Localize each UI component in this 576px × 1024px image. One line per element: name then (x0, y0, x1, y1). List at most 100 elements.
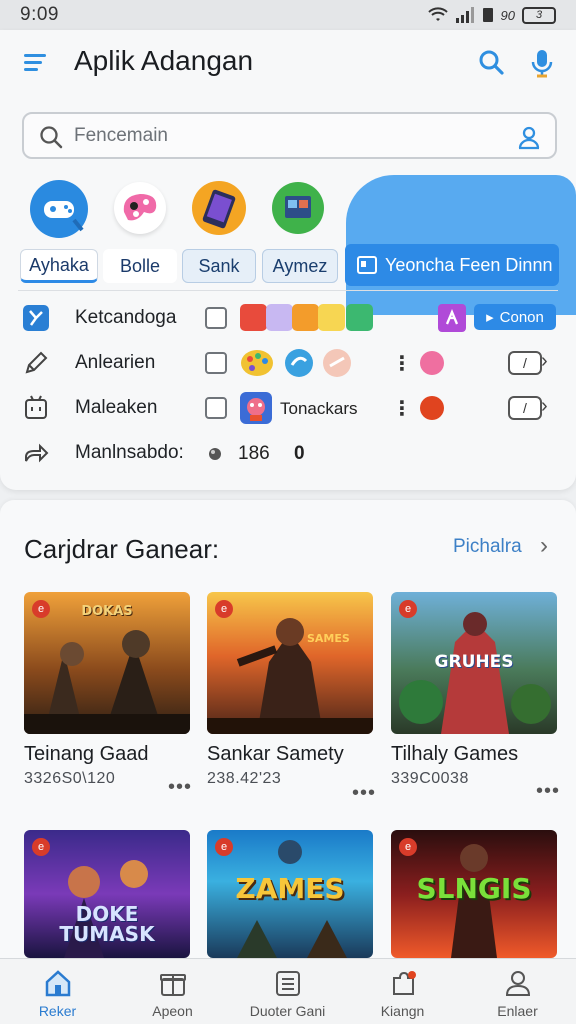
signal-icon (455, 7, 474, 23)
more-vertical-icon[interactable]: ⋮ (392, 396, 412, 421)
search-input[interactable] (74, 123, 494, 149)
nav-item-reker[interactable]: Reker (0, 959, 115, 1024)
option-checkbox[interactable] (205, 397, 227, 419)
status-extra: 90 (500, 7, 515, 23)
stamp-icon[interactable] (322, 348, 352, 378)
pencil-icon (25, 351, 48, 374)
category-sank-circle[interactable] (192, 181, 246, 235)
game-name[interactable]: Tilhaly Games (391, 743, 518, 766)
search-icon[interactable] (476, 47, 508, 79)
category-aymez-circle[interactable] (272, 182, 324, 234)
game-logo: ZAMES (235, 872, 345, 905)
more-options-icon[interactable]: ••• (536, 780, 560, 803)
color-swatch-lavender[interactable] (266, 304, 293, 331)
chip-ayhaka[interactable]: Ayhaka (20, 249, 98, 283)
nav-item-duoter-gani[interactable]: Duoter Gani (230, 959, 345, 1024)
game-name[interactable]: Sankar Samety (207, 743, 344, 766)
tools-icon (23, 305, 49, 331)
game-tile-2[interactable]: e SAMES (207, 592, 373, 734)
nav-item-enlaer[interactable]: Enlaer (460, 959, 575, 1024)
status-bar: 9:09 90 3 (0, 0, 576, 30)
palette-icon[interactable] (240, 348, 274, 378)
game-name[interactable]: Teinang Gaad (24, 743, 149, 766)
option-label: Maleaken (75, 397, 158, 418)
image-label: Tonackars (280, 399, 358, 418)
nav-label: Reker (38, 1003, 77, 1019)
conon-button-label: Conon (499, 308, 544, 326)
search-bar[interactable] (22, 112, 557, 159)
chevron-right-icon[interactable]: › (541, 395, 548, 418)
chip-bolle[interactable]: Bolle (103, 249, 177, 283)
share-icon (25, 443, 49, 463)
option-checkbox[interactable] (205, 352, 227, 374)
microphone-icon[interactable] (526, 47, 558, 79)
option-row-ketcandoga: Ketcandoga ▸ Conon (0, 298, 576, 338)
tile-badge: e (399, 838, 417, 856)
chip-aymez[interactable]: Aymez (262, 249, 338, 283)
game-logo: DOKAS (81, 604, 133, 619)
option-label: Manlnsabdo: (75, 442, 184, 463)
color-swatch-green[interactable] (346, 304, 373, 331)
game-logo: SAMES (307, 632, 350, 645)
game-meta: 238.42'23 (207, 770, 282, 787)
gift-icon (160, 974, 186, 996)
color-dot[interactable] (420, 396, 444, 420)
game-tile-1[interactable]: e DOKAS (24, 592, 190, 734)
status-time: 9:09 (20, 4, 59, 25)
color-swatch-yellow[interactable] (318, 304, 345, 331)
color-swatch-red[interactable] (240, 304, 267, 331)
more-vertical-icon[interactable]: ⋮ (392, 351, 412, 376)
status-icons: 90 3 (427, 6, 556, 24)
option-row-maleaken: Maleaken Tonackars ⋮ / › (0, 388, 576, 428)
chip-featured-label: Yeoncha Feen Dinnn (385, 254, 553, 275)
category-divider (18, 290, 558, 291)
game-tile-3[interactable]: e GRUHES (391, 592, 557, 734)
profile-icon[interactable] (515, 123, 543, 151)
top-bar: Aplik Adangan (0, 30, 576, 100)
game-meta: 339C0038 (391, 770, 469, 787)
more-options-icon[interactable]: ••• (352, 782, 376, 805)
nav-label: Kiangn (380, 1003, 425, 1019)
option-row-manlnsabdo: Manlnsabdo: 186 0 (0, 433, 576, 473)
chevron-right-icon[interactable]: › (541, 350, 548, 373)
category-ayhaka-circle[interactable] (30, 180, 88, 238)
chip-featured[interactable]: Yeoncha Feen Dinnn (345, 244, 559, 286)
search-field-icon (40, 126, 63, 149)
edit-toggle[interactable]: / (508, 396, 542, 420)
option-label: Anlearien (75, 352, 156, 373)
character-thumb-icon[interactable] (240, 392, 272, 424)
list-icon (276, 971, 300, 996)
tile-badge: e (399, 600, 417, 618)
conon-button[interactable]: ▸ Conon (474, 304, 556, 330)
bubble-icon[interactable] (284, 348, 314, 378)
color-dot[interactable] (420, 351, 444, 375)
color-swatch-orange[interactable] (292, 304, 319, 331)
more-options-icon[interactable]: ••• (168, 776, 192, 799)
chip-aymez-label: Aymez (272, 255, 328, 276)
nav-item-kiangn[interactable]: Kiangn (345, 959, 460, 1024)
game-logo: DOKE TUMASK (59, 902, 155, 946)
chevron-right-icon[interactable]: › (540, 532, 548, 560)
play-icon: ▸ (486, 309, 494, 326)
user-icon (505, 971, 531, 996)
game-tile-4[interactable]: e DOKE TUMASK (24, 830, 190, 958)
option-checkbox[interactable] (205, 307, 227, 329)
nav-label: Enlaer (497, 1003, 538, 1019)
figure-icon[interactable] (438, 304, 466, 332)
category-bolle-circle[interactable] (114, 182, 166, 234)
chip-sank[interactable]: Sank (182, 249, 256, 283)
paint-icon (123, 194, 157, 221)
puzzle-icon (393, 971, 416, 995)
game-tile-5[interactable]: e ZAMES (207, 830, 373, 958)
game-tile-6[interactable]: e SLNGIS (391, 830, 557, 958)
home-icon (45, 970, 71, 997)
menu-icon[interactable] (22, 48, 50, 76)
see-all-link[interactable]: Pichalra (453, 536, 522, 558)
game-logo: GRUHES (434, 652, 514, 672)
option-label: Ketcandoga (75, 307, 177, 328)
edit-toggle[interactable]: / (508, 351, 542, 375)
phone-icon (202, 189, 236, 229)
nav-label: Duoter Gani (249, 1003, 326, 1019)
nav-label: Apeon (152, 1003, 193, 1019)
nav-item-apeon[interactable]: Apeon (115, 959, 230, 1024)
